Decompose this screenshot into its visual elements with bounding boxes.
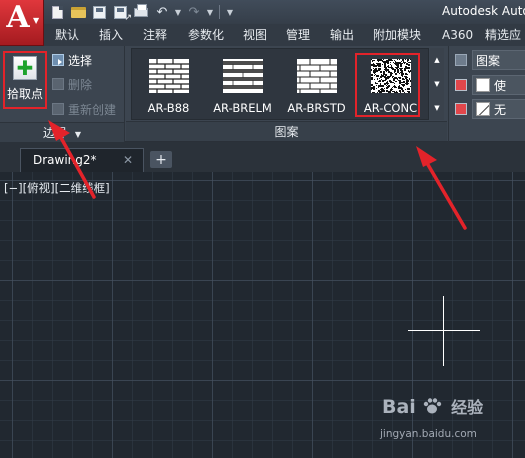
hatch-type-row: 图案: [455, 50, 525, 70]
save-icon[interactable]: [90, 4, 108, 21]
select-objects-icon: [52, 54, 64, 66]
undo-dropdown-icon[interactable]: ▼: [174, 4, 182, 21]
save-as-icon[interactable]: ↗: [111, 4, 132, 22]
pattern-preview-brick-standard: [296, 59, 337, 93]
drawing-canvas[interactable]: [−][俯视][二维线框] Bai 经验 jingyan.baidu.com: [0, 172, 525, 458]
pattern-preview-brick-elm: [222, 59, 263, 93]
document-tab-bar: Drawing2* ✕ +: [0, 142, 525, 172]
pattern-swatch-label: AR-BRSTD: [287, 101, 346, 115]
recreate-boundary-label: 重新创建: [68, 102, 117, 117]
open-icon[interactable]: [69, 4, 87, 21]
select-objects-label: 选择: [68, 53, 93, 68]
tab-view[interactable]: 视图: [243, 27, 267, 44]
remove-boundaries-label: 删除: [68, 77, 93, 92]
redo-icon[interactable]: ↷: [185, 4, 203, 21]
boundary-panel-title[interactable]: 边界 ▼: [0, 122, 124, 142]
no-color-swatch: [476, 102, 490, 116]
tab-output[interactable]: 输出: [330, 27, 354, 44]
tab-annotate[interactable]: 注释: [143, 27, 167, 44]
viewport-controls[interactable]: [−][俯视][二维线框]: [4, 180, 110, 196]
remove-boundaries-icon: [52, 78, 64, 90]
pick-points-icon: ✚: [13, 56, 37, 80]
hatch-color-row: 使: [455, 75, 525, 95]
application-menu-button[interactable]: A ▼: [0, 0, 44, 46]
window-title: Autodesk Auto: [442, 4, 525, 18]
pattern-preview-brick-small: [148, 59, 189, 93]
pick-points-button[interactable]: ✚ 拾取点: [3, 51, 47, 110]
crosshair-cursor-horizontal: [408, 330, 480, 331]
watermark-brand-tail: 经验: [451, 398, 484, 417]
new-icon[interactable]: [48, 4, 66, 21]
remove-boundaries-button[interactable]: 删除: [52, 75, 92, 93]
tab-addins[interactable]: 附加模块: [373, 27, 421, 44]
pattern-swatch-label: AR-B88: [147, 101, 190, 115]
tab-a360[interactable]: A360: [442, 27, 473, 44]
watermark-url: jingyan.baidu.com: [380, 428, 477, 440]
pattern-swatch-ar-conc[interactable]: AR-CONC: [354, 49, 427, 121]
hatch-type-select[interactable]: 图案: [472, 50, 525, 70]
undo-icon[interactable]: ↶: [153, 4, 171, 21]
autocad-logo-icon: A: [6, 0, 30, 35]
scroll-down-icon[interactable]: ▼: [430, 72, 444, 96]
recreate-boundary-button[interactable]: 重新创建: [52, 100, 116, 118]
pattern-swatch-ar-brstd[interactable]: AR-BRSTD: [280, 49, 353, 121]
paw-icon: [424, 398, 442, 414]
baidu-jingyan-watermark: Bai 经验 jingyan.baidu.com: [380, 394, 520, 452]
watermark-brand-text: Bai: [382, 396, 416, 418]
qat-dropdown-icon[interactable]: ▼: [225, 4, 235, 21]
pattern-swatch-ar-b88[interactable]: AR-B88: [132, 49, 205, 121]
tab-default[interactable]: 默认: [55, 27, 79, 44]
chevron-down-icon: ▼: [74, 130, 81, 139]
title-bar: ↗ ↶ ▼ ↷ ▼ ▼ Autodesk Auto: [0, 0, 525, 24]
gallery-expand-icon[interactable]: ▼: [430, 96, 444, 120]
background-color-select[interactable]: 无: [472, 99, 525, 119]
tab-manage[interactable]: 管理: [286, 27, 310, 44]
qat-separator: [219, 5, 220, 19]
watermark-brand: Bai 经验: [382, 394, 483, 418]
print-icon[interactable]: [132, 3, 150, 21]
plus-icon: +: [155, 151, 167, 168]
document-tab-title: Drawing2*: [33, 153, 97, 167]
scroll-up-icon[interactable]: ▲: [430, 48, 444, 72]
ribbon-tab-bar: 默认 插入 注释 参数化 视图 管理 输出 附加模块 A360 精选应: [0, 24, 525, 46]
hatch-type-value: 图案: [476, 53, 501, 68]
tab-parametric[interactable]: 参数化: [188, 27, 224, 44]
hatch-color-value: 使: [494, 78, 507, 93]
pattern-swatch-ar-brelm[interactable]: AR-BRELM: [206, 49, 279, 121]
background-color-value: 无: [494, 102, 507, 117]
new-drawing-tab-button[interactable]: +: [150, 151, 172, 168]
hatch-color-icon: [455, 79, 467, 91]
tab-insert[interactable]: 插入: [99, 27, 123, 44]
hatch-type-icon: [455, 54, 467, 66]
close-icon[interactable]: ✕: [123, 153, 133, 167]
pattern-swatch-label: AR-BRELM: [213, 101, 272, 115]
color-swatch: [476, 78, 490, 92]
recreate-boundary-icon: [52, 103, 64, 115]
chevron-down-icon: ▼: [33, 16, 40, 25]
properties-panel: 图案 使 无: [448, 46, 525, 142]
pattern-panel-title: 图案: [126, 121, 447, 141]
ribbon-panel: ✚ 拾取点 选择 删除 重新创建 边界 ▼ AR-B88 AR-BRELM AR…: [0, 46, 525, 142]
boundary-panel-title-text: 边界: [43, 126, 68, 140]
background-color-icon: [455, 103, 467, 115]
pattern-gallery: AR-B88 AR-BRELM AR-BRSTD AR-CONC: [131, 48, 429, 120]
pattern-preview-concrete: [370, 59, 411, 93]
pick-points-label: 拾取点: [6, 87, 43, 101]
pattern-swatch-label: AR-CONC: [363, 101, 418, 115]
hatch-color-select[interactable]: 使: [472, 75, 525, 95]
boundary-panel: ✚ 拾取点 选择 删除 重新创建 边界 ▼: [0, 46, 125, 142]
crosshair-cursor-vertical: [443, 296, 444, 366]
tab-featured[interactable]: 精选应: [485, 27, 521, 44]
redo-dropdown-icon[interactable]: ▼: [206, 4, 214, 21]
quick-access-toolbar: ↗ ↶ ▼ ↷ ▼ ▼: [48, 3, 235, 22]
select-objects-button[interactable]: 选择: [52, 51, 92, 69]
tab-drawing2[interactable]: Drawing2* ✕: [20, 148, 144, 172]
gallery-scrollbar[interactable]: ▲ ▼ ▼: [430, 48, 444, 120]
background-color-row: 无: [455, 99, 525, 119]
